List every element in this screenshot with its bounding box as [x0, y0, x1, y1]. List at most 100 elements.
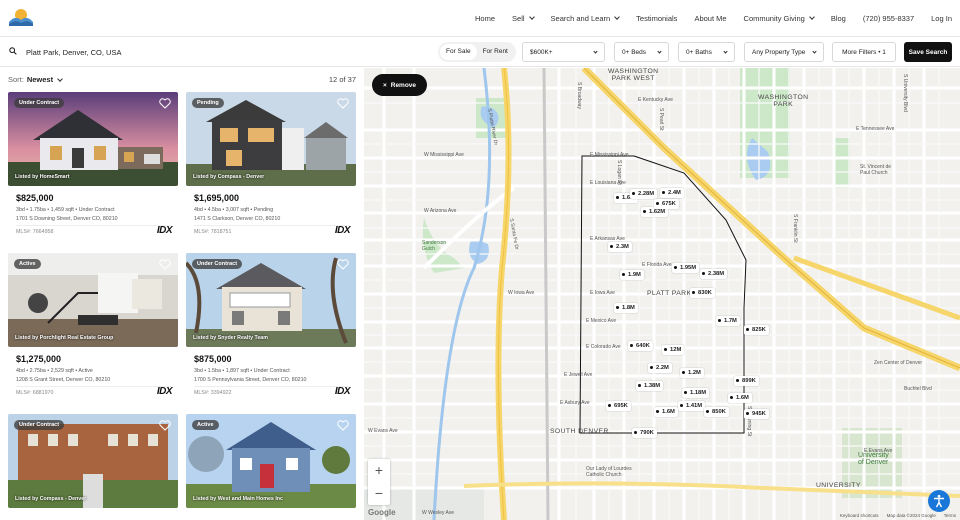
- top-navigation: Home Sell Search and Learn Testimonials …: [0, 0, 960, 36]
- listing-card[interactable]: Under Contract Listed by HomeSmart $825,…: [8, 92, 178, 242]
- price-pin[interactable]: 1.6M: [654, 407, 678, 417]
- keyboard-shortcuts-link[interactable]: Keyboard shortcuts: [840, 513, 879, 518]
- nav-login-label: Log In: [931, 13, 952, 23]
- google-logo: Google: [368, 508, 396, 517]
- nav-testimonials[interactable]: Testimonials: [636, 14, 677, 23]
- property-type-dropdown[interactable]: Any Property Type: [744, 42, 824, 62]
- street-label-e-evans: E Evans Ave: [864, 448, 893, 454]
- price-pin[interactable]: 1.2M: [680, 368, 704, 378]
- price-pin[interactable]: 850K: [704, 407, 729, 417]
- listing-photo[interactable]: Under Contract Listed by Compass - Denve…: [8, 414, 178, 508]
- price-pin[interactable]: 945K: [744, 409, 769, 419]
- favorite-heart-icon[interactable]: [337, 98, 349, 109]
- price-pin[interactable]: 1.7M: [716, 316, 740, 326]
- price-pin[interactable]: 1.38M: [636, 381, 664, 391]
- favorite-heart-icon[interactable]: [159, 420, 171, 431]
- price-pin[interactable]: 825K: [744, 325, 769, 335]
- price-pin[interactable]: 2.38M: [700, 269, 728, 279]
- location-search-input[interactable]: [26, 44, 406, 60]
- listed-by: Listed by Compass - Denver: [15, 496, 87, 502]
- price-pin[interactable]: 640K: [628, 341, 653, 351]
- listing-card[interactable]: Pending Listed by Compass - Denver $1,69…: [186, 92, 356, 242]
- sort-control[interactable]: Sort: Newest: [8, 75, 63, 84]
- baths-dropdown[interactable]: 0+ Baths: [678, 42, 735, 62]
- listing-card[interactable]: Under Contract Listed by Snyder Realty T…: [186, 253, 356, 403]
- nav-search-and-learn[interactable]: Search and Learn: [551, 14, 621, 23]
- price-pin[interactable]: 830K: [690, 288, 715, 298]
- baths-value: 0+ Baths: [686, 48, 712, 56]
- price-pin[interactable]: 1.8M: [614, 303, 638, 313]
- map-label-our-lady: Our Lady of Lourdes Catholic Church: [586, 466, 632, 478]
- listing-card[interactable]: Active Listed by Porchlight Real Estate …: [8, 253, 178, 403]
- beds-dropdown[interactable]: 0+ Beds: [614, 42, 669, 62]
- listing-address: 1208 S Grant Street, Denver CO, 80210: [16, 377, 111, 383]
- terms-link[interactable]: Terms: [944, 513, 956, 518]
- idx-logo: IDX: [334, 386, 351, 397]
- sale-rent-toggle: For Sale For Rent: [438, 42, 516, 62]
- listing-price: $1,275,000: [16, 354, 62, 364]
- price-pin[interactable]: 2.4M: [660, 188, 684, 198]
- card-divider: [16, 225, 171, 226]
- chevron-down-icon: [593, 48, 598, 54]
- price-pin[interactable]: 790K: [632, 428, 657, 438]
- nav-sell[interactable]: Sell: [512, 14, 535, 23]
- nav-blog[interactable]: Blog: [831, 14, 846, 23]
- price-pin[interactable]: 2.28M: [630, 189, 658, 199]
- favorite-heart-icon[interactable]: [337, 420, 349, 431]
- price-pin[interactable]: 2.3M: [608, 242, 632, 252]
- nav-about-label: About Me: [694, 13, 727, 23]
- nav-community-giving[interactable]: Community Giving: [744, 14, 815, 23]
- price-pin[interactable]: 12M: [662, 345, 685, 355]
- price-pin[interactable]: 2.2M: [648, 363, 672, 373]
- price-pin[interactable]: 1.18M: [682, 388, 710, 398]
- save-search-button[interactable]: Save Search: [904, 42, 952, 62]
- chevron-down-icon: [808, 14, 815, 20]
- listing-photo[interactable]: Pending Listed by Compass - Denver: [186, 92, 356, 186]
- status-badge: Active: [192, 420, 219, 430]
- for-sale-toggle[interactable]: For Sale: [440, 44, 477, 60]
- card-divider: [194, 225, 349, 226]
- listing-card[interactable]: Under Contract Listed by Compass - Denve…: [8, 414, 178, 520]
- nav-login[interactable]: Log In: [931, 14, 952, 23]
- favorite-heart-icon[interactable]: [159, 98, 171, 109]
- price-pin[interactable]: 675K: [654, 199, 679, 209]
- beds-value: 0+ Beds: [622, 48, 647, 56]
- more-filters-button[interactable]: More Filters • 1: [832, 42, 896, 62]
- accessibility-button[interactable]: [928, 490, 950, 512]
- nav-phone[interactable]: (720) 955-8337: [863, 14, 914, 23]
- listing-card[interactable]: Active Listed by West and Main Homes Inc: [186, 414, 356, 520]
- price-pin[interactable]: 1.95M: [672, 263, 700, 273]
- map-label-platt-park: PLATT PARK: [647, 290, 692, 297]
- price-pin[interactable]: 1.9M: [620, 270, 644, 280]
- price-pin[interactable]: 1.6M: [728, 393, 752, 403]
- listing-photo[interactable]: Active Listed by Porchlight Real Estate …: [8, 253, 178, 347]
- listing-mls: MLS#: 6881970: [16, 390, 54, 396]
- nav-blog-label: Blog: [830, 13, 846, 23]
- price-pin[interactable]: 1.41M: [678, 401, 706, 411]
- price-dropdown[interactable]: $600K+: [522, 42, 605, 62]
- chevron-down-icon: [812, 48, 817, 54]
- chevron-down-icon: [528, 14, 535, 20]
- listing-photo[interactable]: Under Contract Listed by Snyder Realty T…: [186, 253, 356, 347]
- chevron-down-icon: [614, 14, 621, 20]
- nav-home[interactable]: Home: [475, 14, 495, 23]
- results-count: 12 of 37: [328, 75, 356, 84]
- map-view[interactable]: × Remove WASHINGTON PARK WEST WASHINGTON…: [364, 68, 960, 520]
- price-pin[interactable]: 695K: [606, 401, 631, 411]
- zoom-out-button[interactable]: −: [368, 482, 390, 505]
- listing-photo[interactable]: Under Contract Listed by HomeSmart: [8, 92, 178, 186]
- brand-logo[interactable]: [8, 6, 34, 30]
- idx-logo: IDX: [156, 386, 173, 397]
- map-label-university: UNIVERSITY: [816, 482, 861, 489]
- zoom-in-button[interactable]: +: [368, 459, 390, 482]
- street-label-w-arizona: W Arizona Ave: [424, 208, 457, 214]
- price-pin[interactable]: 899K: [734, 376, 759, 386]
- property-type-value: Any Property Type: [752, 48, 806, 56]
- listing-photo[interactable]: Active Listed by West and Main Homes Inc: [186, 414, 356, 508]
- nav-about-me[interactable]: About Me: [694, 14, 726, 23]
- for-rent-toggle[interactable]: For Rent: [477, 44, 514, 60]
- map-label-university-of-denver: University of Denver: [858, 452, 889, 466]
- favorite-heart-icon[interactable]: [159, 259, 171, 270]
- remove-boundary-button[interactable]: × Remove: [372, 74, 427, 96]
- favorite-heart-icon[interactable]: [337, 259, 349, 270]
